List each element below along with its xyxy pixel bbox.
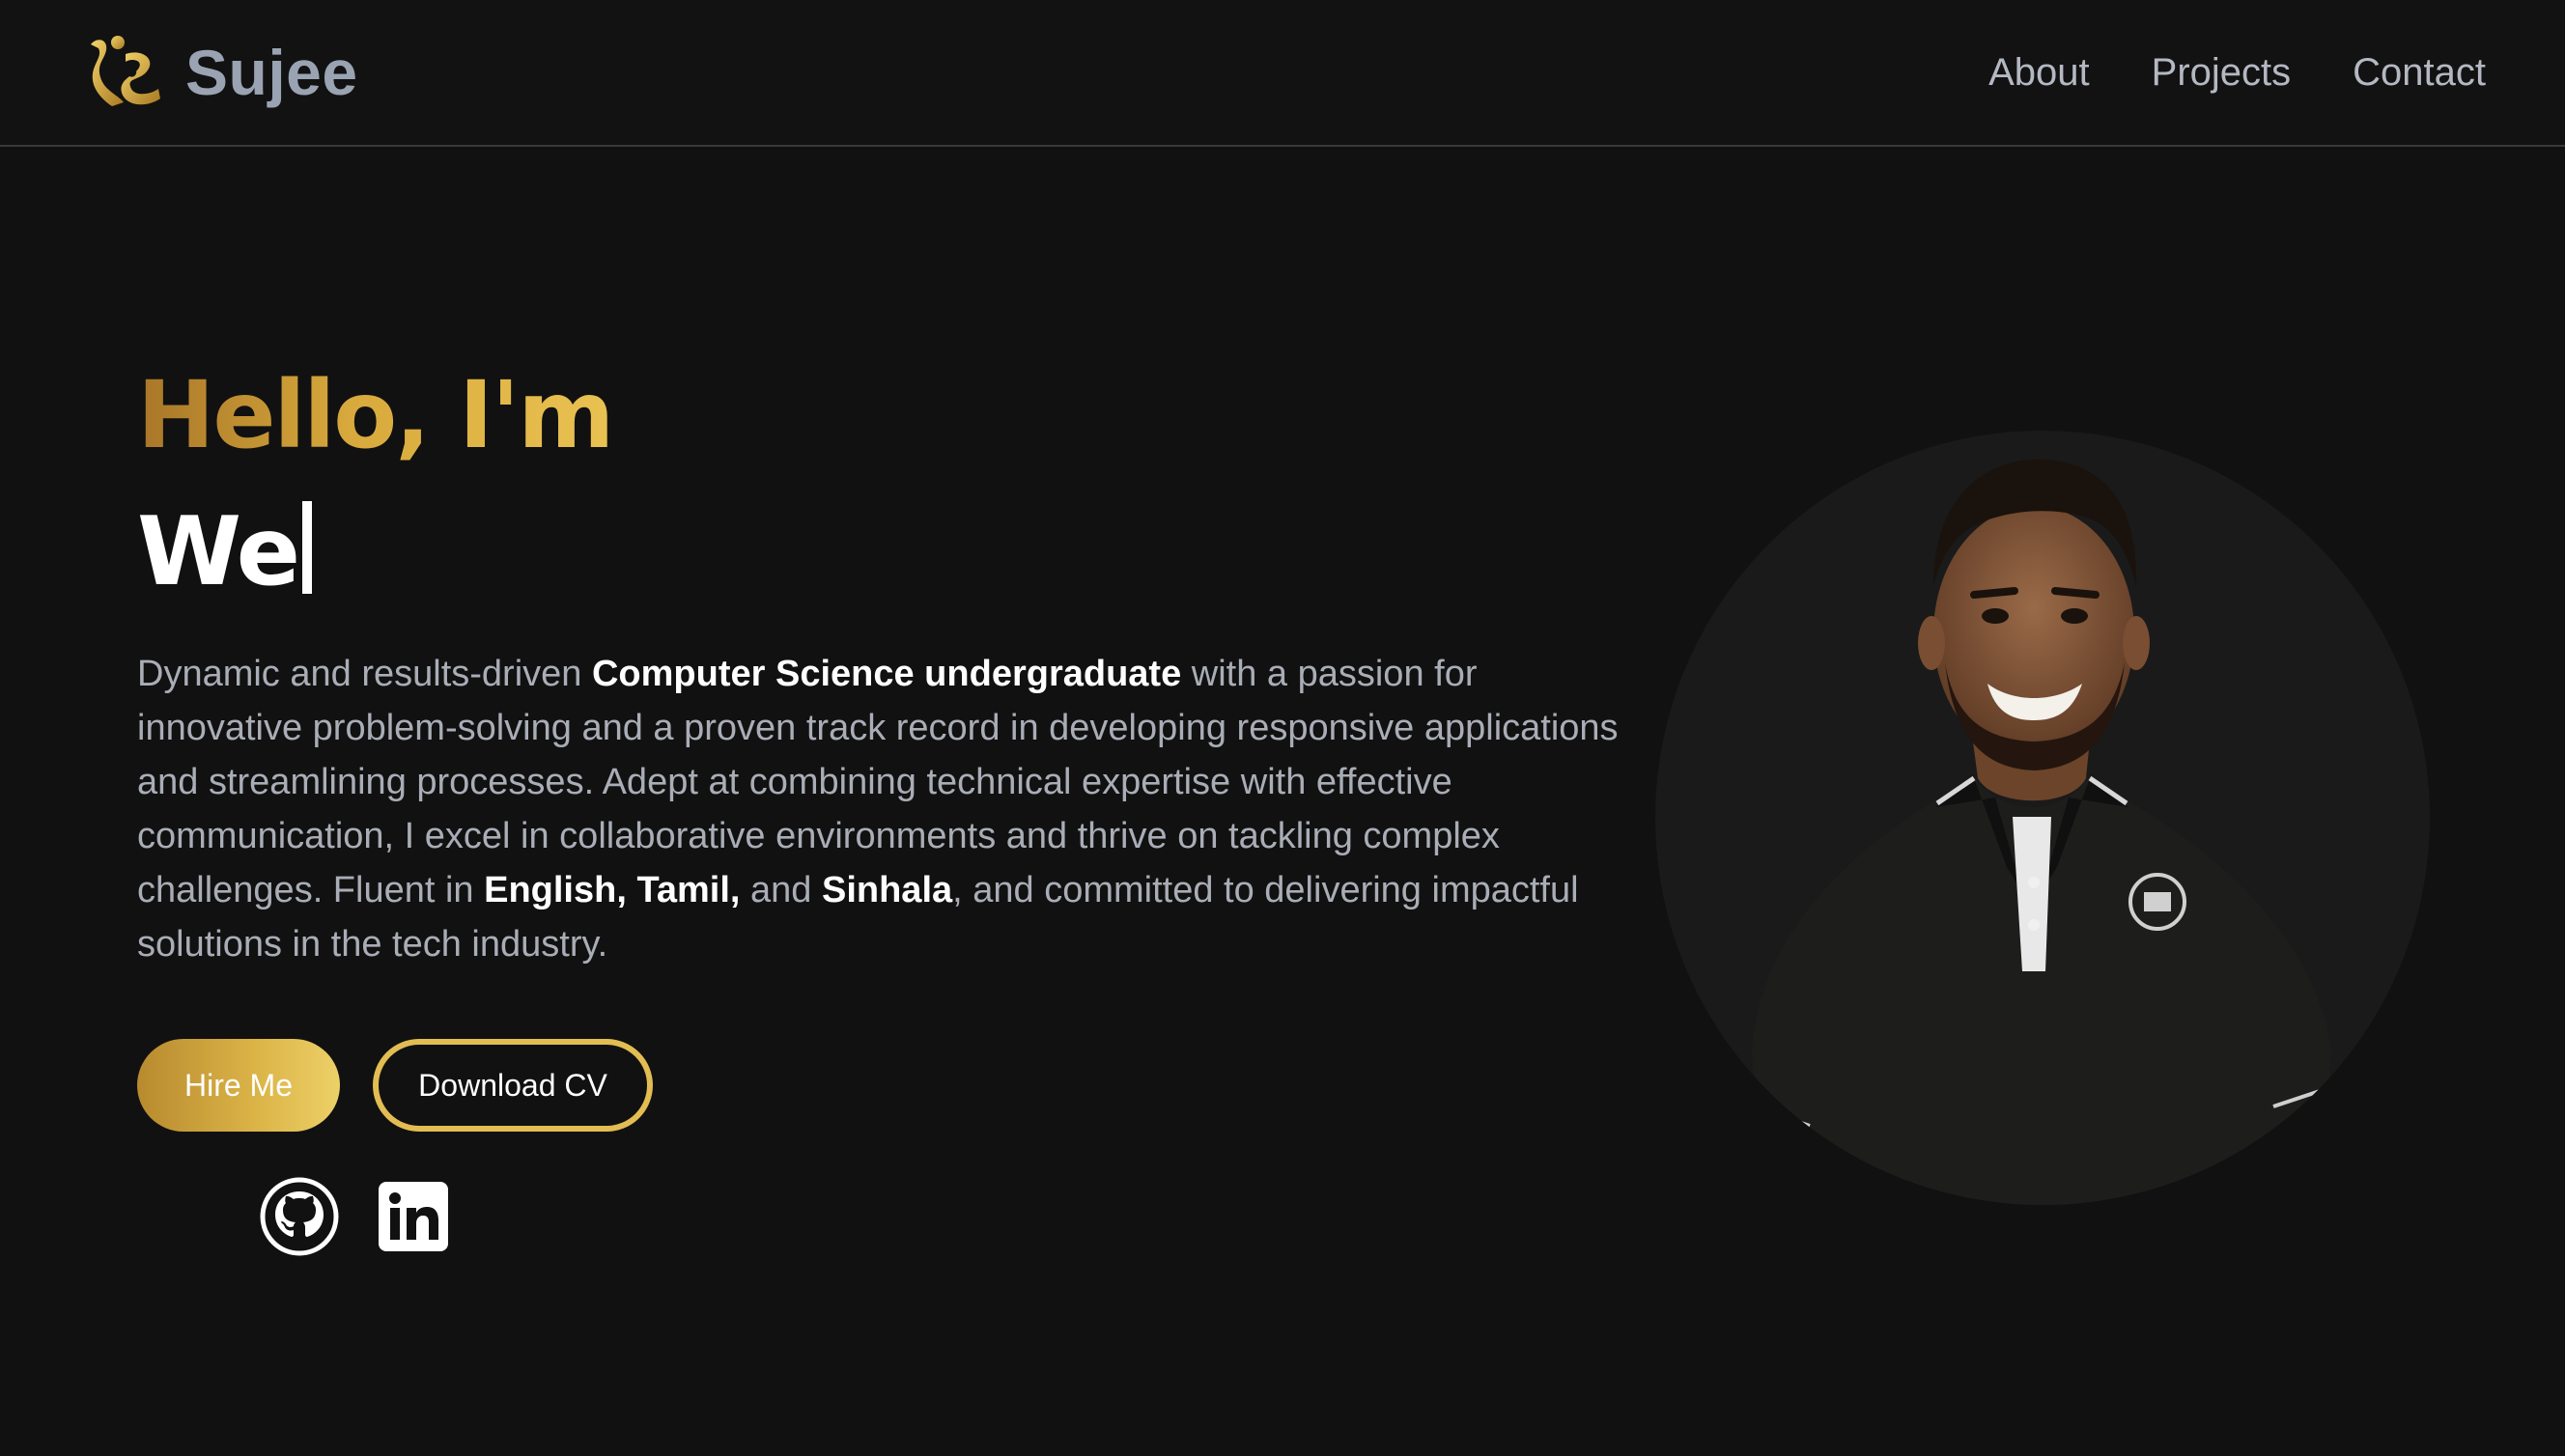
social-links [259,1176,450,1257]
navbar: Sujee About Projects Contact [0,0,2565,147]
brand-logo-icon [83,31,166,114]
github-icon [260,1177,339,1256]
download-cv-button[interactable]: Download CV [373,1039,653,1132]
typing-cursor [302,501,313,594]
brand-name: Sujee [185,37,358,108]
bio-highlight-sinhala: Sinhala [821,870,953,910]
typed-text: We [137,497,300,607]
bio-text-1: Dynamic and results-driven [137,654,592,694]
brand[interactable]: Sujee [83,29,358,116]
typed-role-text: We [137,494,313,610]
github-link[interactable] [259,1176,340,1257]
hire-me-button[interactable]: Hire Me [137,1039,340,1132]
profile-photo [1655,431,2430,1205]
greeting-heading: Hello, I'm [137,357,614,473]
nav-link-projects[interactable]: Projects [2152,44,2292,100]
nav-link-contact[interactable]: Contact [2353,44,2486,100]
bio-highlight-degree: Computer Science undergraduate [591,654,1182,694]
bio-highlight-languages: English, Tamil, [484,870,741,910]
hero-buttons: Hire Me Download CV [137,1039,653,1132]
bio-text-3: and [740,870,822,910]
bio-paragraph: Dynamic and results-driven Computer Scie… [137,647,1644,971]
linkedin-link[interactable] [377,1180,450,1253]
linkedin-icon [379,1182,448,1251]
nav-link-about[interactable]: About [1988,44,2090,100]
nav-links: About Projects Contact [1988,44,2486,100]
